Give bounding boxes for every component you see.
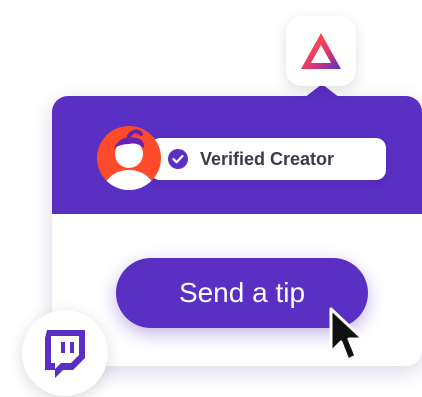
twitch-badge xyxy=(22,310,108,396)
twitch-icon xyxy=(45,330,85,378)
creator-avatar xyxy=(97,126,161,190)
verified-creator-badge: Verified Creator xyxy=(150,138,386,180)
verified-creator-label: Verified Creator xyxy=(200,149,335,169)
check-circle-icon xyxy=(168,149,188,169)
card-pointer xyxy=(304,84,340,98)
brave-triangle-icon xyxy=(301,33,341,69)
mouse-cursor-icon xyxy=(329,307,365,362)
brand-badge xyxy=(286,16,356,86)
